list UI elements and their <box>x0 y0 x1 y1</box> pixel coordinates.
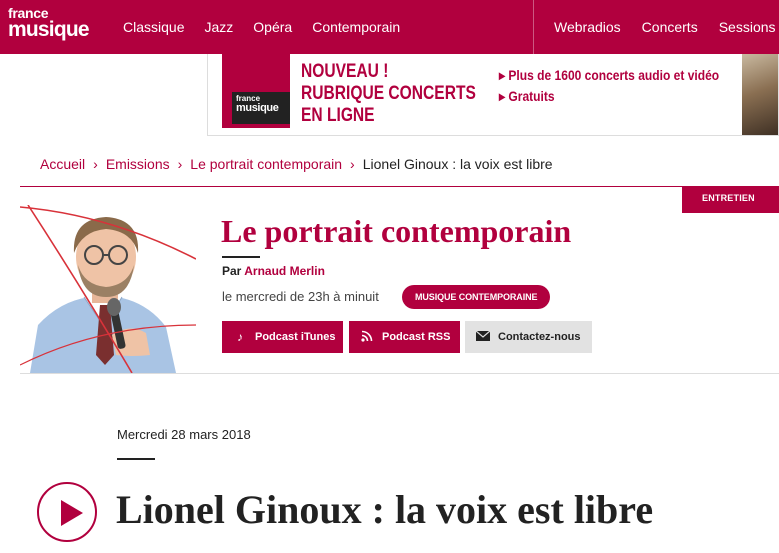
rss-icon-glyph <box>361 330 373 342</box>
logo-line-2: musique <box>8 18 90 41</box>
host-photo <box>20 205 196 373</box>
breadcrumb-current: Lionel Ginoux : la voix est libre <box>362 156 553 172</box>
rss-icon <box>360 330 374 345</box>
banner-bullet-2: ▸ Gratuits <box>499 88 555 104</box>
secondary-nav: Webradios Concerts Sessions <box>533 0 779 54</box>
podcast-rss-label: Podcast RSS <box>382 331 451 343</box>
banner-headline-line-3: EN LIGNE <box>301 105 375 126</box>
nav-link-opera[interactable]: Opéra <box>253 19 292 35</box>
banner-photo <box>742 54 778 135</box>
main-nav: Classique Jazz Opéra Contemporain <box>123 0 420 54</box>
byline-prefix: Par <box>222 264 242 278</box>
contact-label: Contactez-nous <box>498 331 581 343</box>
breadcrumb-separator: › <box>350 156 355 172</box>
envelope-icon-glyph <box>475 330 491 341</box>
music-note-icon: ♪ <box>237 330 243 344</box>
episode-date: Mercredi 28 mars 2018 <box>117 427 251 442</box>
banner-logo-mark: france musique <box>232 92 290 124</box>
breadcrumb-link-accueil[interactable]: Accueil <box>40 156 85 172</box>
banner-headline: NOUVEAU ! RUBRIQUE CONCERTS EN LIGNE <box>301 61 476 127</box>
breadcrumb: Accueil › Emissions › Le portrait contempora… <box>40 156 553 172</box>
nav-link-classique[interactable]: Classique <box>123 19 184 35</box>
nav-link-webradios[interactable]: Webradios <box>554 19 621 35</box>
podcast-itunes-label: Podcast iTunes <box>255 331 336 343</box>
play-button[interactable] <box>37 482 97 542</box>
show-byline: Par Arnaud Merlin <box>222 264 325 278</box>
banner-bullet-1: ▸ Plus de 1600 concerts audio et vidéo <box>499 67 720 83</box>
breadcrumb-link-emissions[interactable]: Emissions <box>106 156 170 172</box>
banner-bullets: ▸ Plus de 1600 concerts audio et vidéo ▸… <box>499 65 719 107</box>
title-divider <box>222 256 260 258</box>
nav-link-concerts[interactable]: Concerts <box>642 19 698 35</box>
breadcrumb-link-show[interactable]: Le portrait contemporain <box>190 156 342 172</box>
podcast-rss-button[interactable]: Podcast RSS <box>349 321 460 353</box>
show-title[interactable]: Le portrait contemporain <box>221 213 571 250</box>
concerts-banner-ad[interactable]: france musique NOUVEAU ! RUBRIQUE CONCER… <box>207 54 779 136</box>
banner-logo: france musique <box>222 54 290 128</box>
france-musique-logo[interactable]: france musique <box>8 6 90 41</box>
play-icon <box>61 500 83 526</box>
episode-divider <box>117 458 155 460</box>
breadcrumb-separator: › <box>93 156 98 172</box>
contact-button[interactable]: Contactez-nous <box>465 321 592 353</box>
envelope-icon <box>475 330 491 344</box>
episode-title: Lionel Ginoux : la voix est libre <box>116 487 654 532</box>
genre-pill[interactable]: MUSIQUE CONTEMPORAINE <box>402 285 551 309</box>
entretien-tag: ENTRETIEN <box>682 187 779 213</box>
podcast-itunes-button[interactable]: ♪ Podcast iTunes <box>222 321 343 353</box>
banner-logo-line-2: musique <box>236 102 279 114</box>
author-link[interactable]: Arnaud Merlin <box>244 264 325 278</box>
banner-headline-line-1: NOUVEAU ! <box>301 61 389 82</box>
host-photo-illustration <box>20 205 196 373</box>
show-schedule: le mercredi de 23h à minuit <box>222 289 379 304</box>
breadcrumb-separator: › <box>177 156 183 172</box>
nav-link-sessions[interactable]: Sessions <box>719 19 776 35</box>
entretien-tag-label: ENTRETIEN <box>702 193 755 203</box>
nav-link-jazz[interactable]: Jazz <box>204 19 233 35</box>
top-navigation-bar: france musique Classique Jazz Opéra Cont… <box>0 0 779 54</box>
banner-headline-line-2: RUBRIQUE CONCERTS <box>301 83 476 104</box>
show-card: ENTRETIEN Le portrait contemporain Par A… <box>20 186 779 374</box>
nav-link-contemporain[interactable]: Contemporain <box>312 19 400 35</box>
